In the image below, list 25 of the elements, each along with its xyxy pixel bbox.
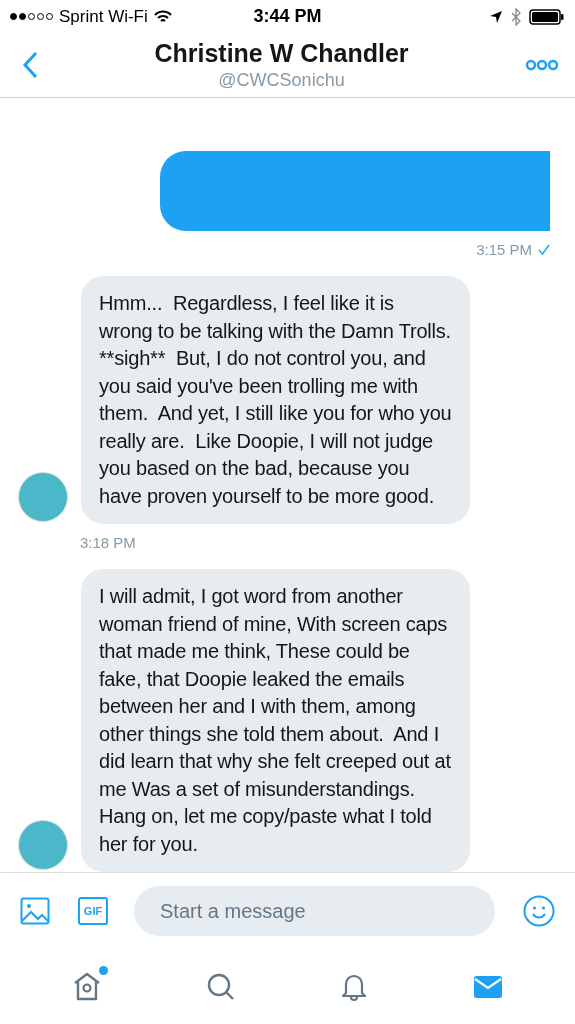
more-icon bbox=[525, 59, 559, 71]
smiley-icon bbox=[523, 895, 555, 927]
image-icon bbox=[20, 897, 50, 925]
back-button[interactable] bbox=[20, 49, 40, 81]
bluetooth-icon bbox=[511, 7, 521, 26]
message-input[interactable]: Start a message bbox=[134, 886, 495, 936]
chevron-left-icon bbox=[22, 51, 38, 79]
wifi-icon bbox=[153, 9, 172, 24]
battery-icon bbox=[529, 8, 565, 25]
avatar bbox=[18, 820, 68, 870]
contact-handle: @CWCSonichu bbox=[218, 70, 345, 91]
gif-button[interactable]: GIF bbox=[78, 897, 108, 925]
message-bubble: I will admit, I got word from another woman friend of mine, With screen caps that made me think, These could be fake, that Doopie leaked the emails between her and I with them, among other things she told them about. And I did learn that why she felt creeped out at me Was a set of misunderstandings. Hang on, let me copy/paste what I told her for you. bbox=[81, 569, 470, 872]
message-time: 3:18 PM bbox=[80, 534, 136, 551]
avatar bbox=[18, 472, 68, 522]
message-time: 3:15 PM bbox=[476, 241, 532, 258]
carrier-name: Sprint Wi-Fi bbox=[59, 6, 148, 27]
contact-name: Christine W Chandler bbox=[154, 39, 409, 68]
notification-dot bbox=[98, 965, 108, 975]
photo-button[interactable] bbox=[18, 895, 52, 927]
more-button[interactable] bbox=[523, 57, 561, 73]
message-bubble: Hmm... Regardless, I feel like it is wrong to be talking with the Damn Trolls. **sigh** But, I do not control you, and you said you've been trolling me with them. And yet, I still like you for who you really are. Like Doopie, I will not judge you based on the bad, because you have proven yourself to be more good. bbox=[81, 276, 470, 524]
emoji-button[interactable] bbox=[521, 893, 557, 929]
location-icon bbox=[489, 9, 503, 24]
clock: 3:44 PM bbox=[253, 6, 322, 27]
